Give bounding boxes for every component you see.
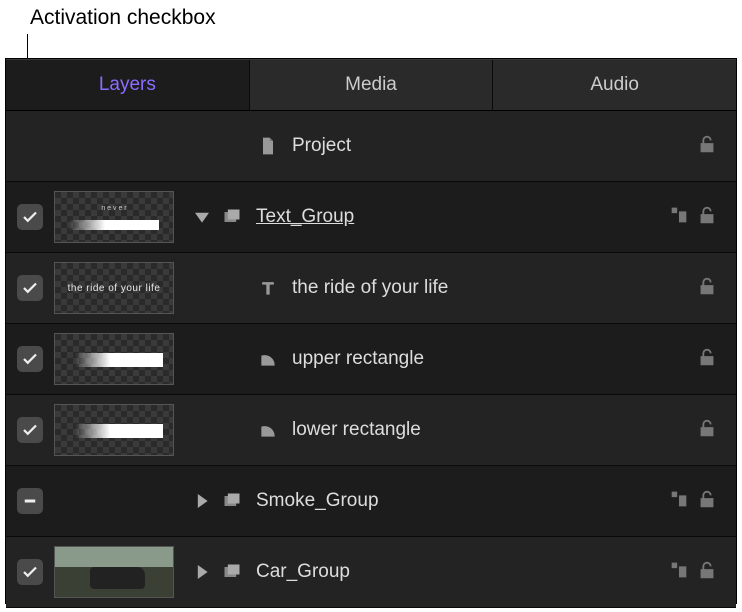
activation-checkbox[interactable] [17,417,43,443]
thumbnail [54,333,174,385]
lock-icon[interactable] [696,204,718,231]
row-label: the ride of your life [292,277,696,299]
disclosure-triangle-right-icon[interactable] [186,565,218,579]
row-lower-rectangle[interactable]: lower rectangle [6,395,736,466]
lock-icon[interactable] [696,133,718,160]
row-label: lower rectangle [292,419,696,441]
row-smoke-group[interactable]: Smoke_Group [6,466,736,537]
disclosure-triangle-down-icon[interactable] [186,210,218,224]
row-label: upper rectangle [292,348,696,370]
tab-layers[interactable]: Layers [6,60,250,110]
thumbnail [54,404,174,456]
activation-checkbox-mixed[interactable] [17,488,43,514]
filter-flag-icon[interactable] [668,559,690,586]
activation-checkbox[interactable] [17,204,43,230]
lock-icon[interactable] [696,488,718,515]
row-upper-rectangle[interactable]: upper rectangle [6,324,736,395]
group-icon [218,491,246,511]
group-icon [218,207,246,227]
shape-icon [254,420,282,440]
lock-icon[interactable] [696,559,718,586]
row-label: Text_Group [256,206,668,228]
thumbnail: n e v e r [54,191,174,243]
callout-label: Activation checkbox [30,6,216,30]
thumbnail [54,546,174,598]
filter-flag-icon[interactable] [668,488,690,515]
tab-bar: Layers Media Audio [6,59,736,111]
lock-icon[interactable] [696,417,718,444]
layers-panel: Layers Media Audio Project n e v e r [5,58,737,604]
row-label: Smoke_Group [256,490,668,512]
text-icon [254,278,282,298]
thumbnail: the ride of your life [54,262,174,314]
disclosure-triangle-right-icon[interactable] [186,494,218,508]
document-icon [254,136,282,156]
row-project[interactable]: Project [6,111,736,182]
row-text-layer[interactable]: the ride of your life the ride of your l… [6,253,736,324]
lock-icon[interactable] [696,346,718,373]
activation-checkbox[interactable] [17,346,43,372]
tab-media[interactable]: Media [250,60,494,110]
filter-flag-icon[interactable] [668,204,690,231]
row-car-group[interactable]: Car_Group [6,537,736,608]
group-icon [218,562,246,582]
activation-checkbox[interactable] [17,559,43,585]
lock-icon[interactable] [696,275,718,302]
activation-checkbox[interactable] [17,275,43,301]
row-label: Project [292,135,696,157]
shape-icon [254,349,282,369]
tab-audio[interactable]: Audio [493,60,736,110]
row-text-group[interactable]: n e v e r Text_Group [6,182,736,253]
row-label: Car_Group [256,561,668,583]
